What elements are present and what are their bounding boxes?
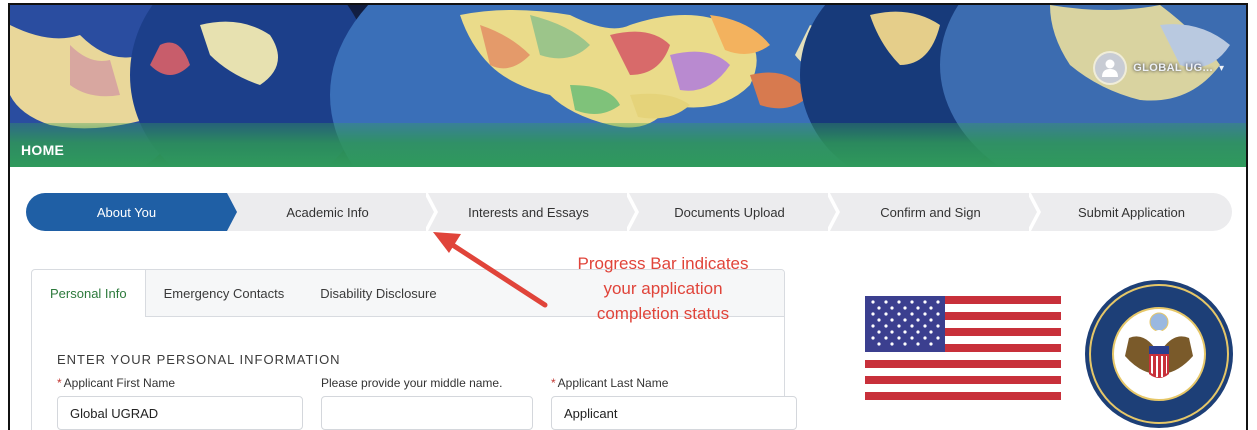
first-name-label: * Applicant First Name bbox=[57, 376, 175, 390]
step-submit-application[interactable]: Submit Application bbox=[1031, 193, 1232, 231]
step-documents-upload[interactable]: Documents Upload bbox=[629, 193, 840, 231]
application-progress-bar: About You Academic Info Interests and Es… bbox=[26, 193, 1232, 231]
step-label: Documents Upload bbox=[674, 204, 785, 220]
step-academic-info[interactable]: Academic Info bbox=[227, 193, 438, 231]
step-label: Confirm and Sign bbox=[880, 204, 981, 220]
last-name-label-text: Applicant Last Name bbox=[557, 376, 669, 390]
middle-name-input[interactable] bbox=[321, 396, 533, 430]
first-name-input[interactable] bbox=[57, 396, 303, 430]
header-banner: HOME GLOBAL UG... ▾ bbox=[10, 5, 1246, 167]
step-label: Submit Application bbox=[1078, 204, 1185, 220]
required-marker: * bbox=[551, 376, 556, 390]
step-chevron bbox=[828, 193, 840, 231]
annotation-line: Progress Bar indicates bbox=[577, 254, 749, 273]
user-menu[interactable]: GLOBAL UG... ▾ bbox=[1095, 51, 1224, 85]
tab-emergency-contacts[interactable]: Emergency Contacts bbox=[146, 270, 303, 316]
annotation-line: your application bbox=[603, 279, 723, 298]
tab-personal-info[interactable]: Personal Info bbox=[32, 270, 146, 317]
step-label: Interests and Essays bbox=[468, 204, 589, 220]
form-section-title: ENTER YOUR PERSONAL INFORMATION bbox=[57, 352, 341, 367]
step-chevron bbox=[225, 193, 237, 231]
step-about-you[interactable]: About You bbox=[26, 193, 237, 231]
last-name-input[interactable] bbox=[551, 396, 797, 430]
user-name[interactable]: GLOBAL UG... bbox=[1133, 62, 1213, 74]
home-bar bbox=[10, 123, 1246, 167]
middle-name-label: Please provide your middle name. bbox=[321, 376, 503, 390]
page-title: HOME bbox=[21, 142, 65, 158]
first-name-label-text: Applicant First Name bbox=[63, 376, 176, 390]
annotation-line: completion status bbox=[596, 304, 730, 323]
app-frame: HOME GLOBAL UG... ▾ About You Academic I… bbox=[8, 3, 1248, 430]
step-confirm-sign[interactable]: Confirm and Sign bbox=[830, 193, 1041, 231]
chevron-down-icon[interactable]: ▾ bbox=[1219, 63, 1224, 74]
step-label: Academic Info bbox=[286, 204, 369, 220]
us-flag-icon bbox=[865, 296, 1061, 400]
step-label: About You bbox=[96, 204, 157, 220]
step-chevron bbox=[1029, 193, 1041, 231]
user-avatar-icon[interactable] bbox=[1095, 53, 1126, 83]
department-of-state-seal-icon bbox=[1085, 280, 1233, 428]
last-name-label: * Applicant Last Name bbox=[551, 376, 668, 390]
progress-annotation: Progress Bar indicates your application … bbox=[536, 251, 790, 326]
tab-disability-disclosure[interactable]: Disability Disclosure bbox=[302, 270, 454, 316]
step-chevron bbox=[627, 193, 639, 231]
step-chevron bbox=[426, 193, 438, 231]
required-marker: * bbox=[57, 376, 62, 390]
step-interests-essays[interactable]: Interests and Essays bbox=[428, 193, 639, 231]
